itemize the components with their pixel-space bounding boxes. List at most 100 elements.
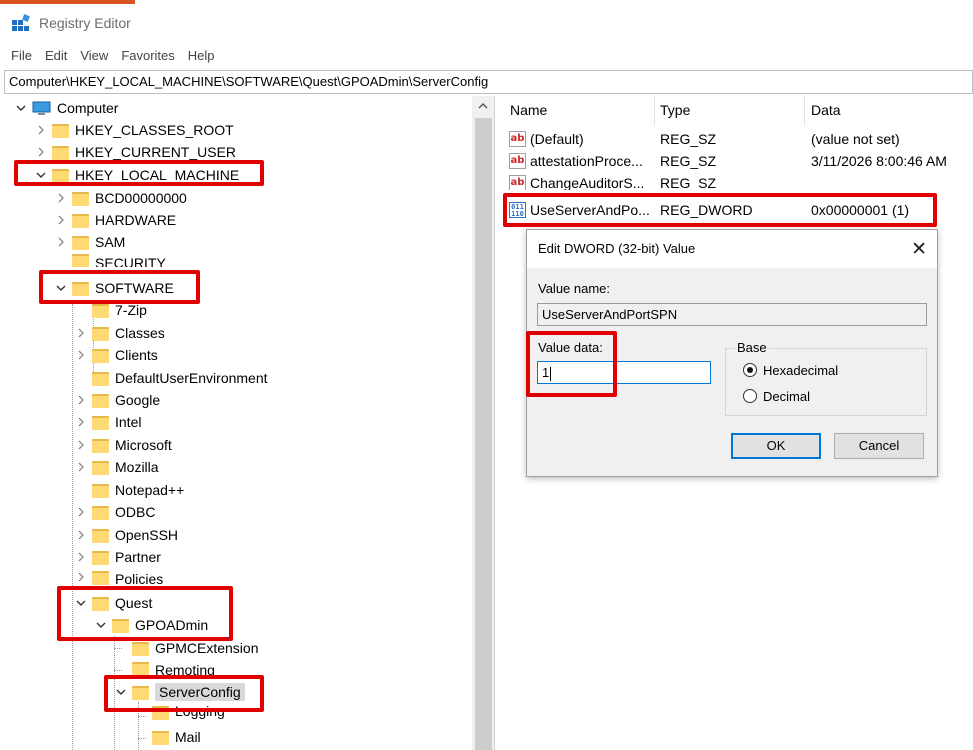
value-row-useserverandport[interactable]: 011 110 UseServerAndPo... REG_DWORD 0x000… (501, 199, 973, 221)
tree-node-mozilla[interactable]: Mozilla (74, 456, 159, 478)
tree-label: DefaultUserEnvironment (115, 370, 268, 386)
chevron-down-icon[interactable] (74, 596, 88, 610)
tree-label: HKEY_LOCAL_MACHINE (75, 167, 240, 183)
menu-help[interactable]: Help (188, 48, 215, 63)
chevron-down-icon[interactable] (54, 281, 68, 295)
value-name: UseServerAndPo... (530, 202, 650, 218)
chevron-right-icon[interactable] (74, 570, 88, 584)
tree-node-microsoft[interactable]: Microsoft (74, 434, 172, 456)
chevron-right-icon[interactable] (54, 235, 68, 249)
column-header-data[interactable]: Data (811, 102, 841, 118)
tree-node-7zip[interactable]: 7-Zip (74, 299, 147, 321)
menu-edit[interactable]: Edit (45, 48, 67, 63)
value-row-default[interactable]: ab (Default) REG_SZ (value not set) (501, 128, 973, 150)
value-type: REG_SZ (660, 175, 717, 190)
tree-node-hkcr[interactable]: HKEY_CLASSES_ROOT (34, 119, 234, 141)
close-icon[interactable]: ✕ (911, 238, 927, 260)
chevron-right-icon[interactable] (74, 326, 88, 340)
tree-label: Mail (175, 729, 201, 745)
dialog-title: Edit DWORD (32-bit) Value (538, 241, 696, 256)
scroll-up-arrow-icon[interactable] (472, 96, 494, 116)
tree-label: GPOADmin (135, 617, 209, 633)
chevron-right-icon[interactable] (74, 393, 88, 407)
chevron-right-icon[interactable] (74, 348, 88, 362)
tree-label: Classes (115, 325, 165, 341)
value-row-changeauditor[interactable]: ab ChangeAuditorS... REG_SZ (501, 172, 973, 190)
value-type: REG_SZ (660, 131, 717, 147)
tree-node-google[interactable]: Google (74, 389, 160, 411)
folder-icon (72, 213, 89, 228)
menu-favorites[interactable]: Favorites (121, 48, 174, 63)
decimal-radio[interactable] (743, 389, 757, 403)
value-name: attestationProce... (530, 153, 643, 169)
tree-node-computer[interactable]: Computer (14, 97, 118, 119)
tree-label: Intel (115, 414, 142, 430)
menu-file[interactable]: File (11, 48, 32, 63)
window-title: Registry Editor (39, 15, 131, 31)
tree-node-notepadpp[interactable]: Notepad++ (74, 479, 184, 501)
tree-node-sam[interactable]: SAM (54, 231, 125, 253)
folder-icon (132, 641, 149, 656)
tree-node-security[interactable]: SECURITY (54, 253, 166, 267)
tree-node-defaultuserenvironment[interactable]: DefaultUserEnvironment (74, 367, 268, 389)
tree-node-hklm[interactable]: HKEY_LOCAL_MACHINE (34, 164, 239, 186)
tree-node-serverconfig[interactable]: ServerConfig (114, 681, 245, 703)
chevron-right-icon[interactable] (54, 213, 68, 227)
tree-node-openssh[interactable]: OpenSSH (74, 524, 178, 546)
column-header-name[interactable]: Name (510, 102, 547, 118)
hexadecimal-radio[interactable] (743, 363, 757, 377)
tree-node-hkcu[interactable]: HKEY_CURRENT_USER (34, 141, 236, 163)
tree-node-quest[interactable]: Quest (74, 592, 152, 614)
tree-node-mail[interactable]: Mail (134, 726, 201, 748)
chevron-right-icon[interactable] (74, 528, 88, 542)
folder-icon (92, 460, 109, 475)
tree-node-classes[interactable]: Classes (74, 322, 165, 344)
ok-button[interactable]: OK (731, 433, 821, 459)
chevron-right-icon[interactable] (74, 438, 88, 452)
tree-node-software[interactable]: SOFTWARE (54, 277, 174, 299)
chevron-down-icon[interactable] (14, 101, 28, 115)
tree-node-intel[interactable]: Intel (74, 411, 141, 433)
chevron-right-icon[interactable] (34, 123, 48, 137)
tree-label: 7-Zip (115, 302, 147, 318)
tree-label: BCD00000000 (95, 190, 187, 206)
tree-label: SOFTWARE (95, 280, 174, 296)
hexadecimal-label[interactable]: Hexadecimal (763, 363, 838, 378)
column-header-type[interactable]: Type (660, 102, 690, 118)
folder-icon (152, 705, 169, 720)
value-data: (value not set) (811, 131, 900, 147)
tree-node-policies[interactable]: Policies (74, 569, 163, 585)
value-name-field[interactable]: UseServerAndPortSPN (537, 303, 927, 326)
chevron-right-icon[interactable] (34, 145, 48, 159)
chevron-down-icon[interactable] (94, 618, 108, 632)
scrollbar-thumb[interactable] (475, 118, 492, 750)
tree-label: OpenSSH (115, 527, 179, 543)
address-bar[interactable]: Computer\HKEY_LOCAL_MACHINE\SOFTWARE\Que… (4, 70, 973, 94)
folder-icon (132, 685, 149, 700)
cancel-button[interactable]: Cancel (834, 433, 924, 459)
tree-node-hardware[interactable]: HARDWARE (54, 209, 176, 231)
tree-node-gpoadmin[interactable]: GPOADmin (94, 614, 208, 636)
chevron-right-icon[interactable] (74, 460, 88, 474)
tree-node-clients[interactable]: Clients (74, 344, 158, 366)
binary-value-icon: 011 110 (509, 202, 526, 218)
value-data-field[interactable]: 1 (537, 361, 711, 384)
tree-node-logging[interactable]: Logging (134, 704, 225, 721)
menu-view[interactable]: View (80, 48, 108, 63)
chevron-right-icon[interactable] (74, 505, 88, 519)
chevron-right-icon[interactable] (74, 415, 88, 429)
tree-node-gpmcextension[interactable]: GPMCExtension (114, 637, 258, 659)
tree-node-partner[interactable]: Partner (74, 546, 161, 568)
tree-node-odbc[interactable]: ODBC (74, 501, 155, 523)
chevron-right-icon[interactable] (74, 550, 88, 564)
tree-label: Logging (175, 704, 225, 719)
folder-icon (92, 570, 109, 585)
chevron-right-icon[interactable] (54, 191, 68, 205)
tree-node-remoting[interactable]: Remoting (114, 659, 215, 677)
chevron-down-icon[interactable] (34, 168, 48, 182)
chevron-down-icon[interactable] (114, 685, 128, 699)
decimal-label[interactable]: Decimal (763, 389, 810, 404)
value-row-attestation[interactable]: ab attestationProce... REG_SZ 3/11/2026 … (501, 150, 973, 172)
pane-splitter[interactable] (494, 96, 500, 750)
tree-node-bcd[interactable]: BCD00000000 (54, 187, 187, 209)
